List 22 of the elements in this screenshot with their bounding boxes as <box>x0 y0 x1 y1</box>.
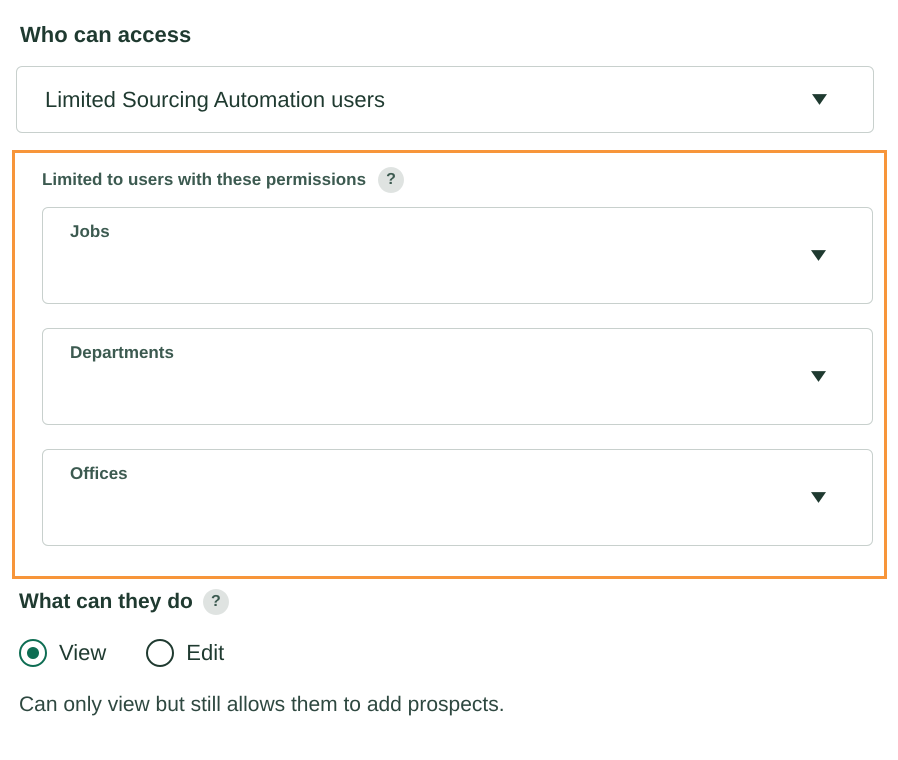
dropdown-label: Jobs <box>70 222 110 242</box>
radio-option[interactable]: View <box>19 639 106 667</box>
radio-button[interactable] <box>146 639 174 667</box>
caret-icon <box>811 371 826 382</box>
description-text: Can only view but still allows them to add prospects. <box>19 693 506 717</box>
field-group-label: Limited to users with these permissions <box>42 170 366 190</box>
dropdown-label: Departments <box>70 343 174 363</box>
help-button[interactable]: ? <box>378 167 404 193</box>
dropdown-label: Offices <box>70 464 128 484</box>
radio-button[interactable] <box>19 639 47 667</box>
dropdown[interactable]: Jobs <box>42 207 873 304</box>
dropdown-value: Limited Sourcing Automation users <box>45 86 385 112</box>
dropdown[interactable]: Offices <box>42 449 873 546</box>
section-heading: What can they do <box>19 590 193 614</box>
radio-option[interactable]: Edit <box>146 639 224 667</box>
dropdown[interactable]: Departments <box>42 328 873 425</box>
help-button[interactable]: ? <box>202 589 229 615</box>
section-heading: Who can access <box>20 22 192 49</box>
caret-icon <box>812 94 827 105</box>
caret-icon <box>811 492 826 503</box>
caret-icon <box>811 250 826 261</box>
dropdown[interactable]: Limited Sourcing Automation users <box>16 66 874 133</box>
